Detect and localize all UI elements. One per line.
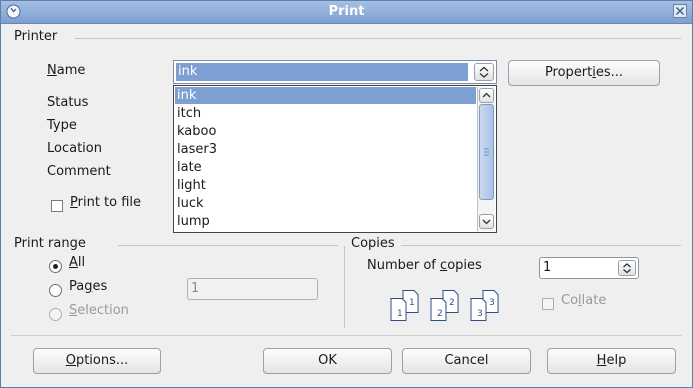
close-button[interactable] — [673, 4, 687, 18]
scroll-down-button[interactable] — [479, 214, 494, 229]
collate-checkbox[interactable] — [542, 298, 554, 310]
dropdown-option[interactable]: light — [175, 177, 476, 194]
scroll-thumb[interactable] — [479, 104, 494, 200]
dropdown-option[interactable]: lump — [175, 213, 476, 230]
pages-input[interactable]: 1 — [187, 278, 318, 300]
printer-name-combobox[interactable]: ink — [173, 60, 497, 84]
collate-label[interactable]: Collate — [561, 293, 606, 308]
dropdown-option[interactable]: itch — [175, 105, 476, 122]
window-title: Print — [328, 4, 365, 19]
print-dialog: Print Printer Name Status Type Location … — [0, 0, 693, 388]
copies-section-title: Copies — [351, 236, 395, 251]
button-row-separator — [11, 335, 682, 336]
close-icon — [676, 7, 684, 15]
grip-icon — [484, 148, 489, 156]
chevron-up-icon — [482, 92, 491, 98]
dropdown-option[interactable]: ink — [175, 87, 476, 104]
options-button[interactable]: Options... — [33, 348, 161, 374]
page-number: 3 — [489, 298, 495, 308]
printer-section-rule — [75, 38, 681, 39]
dropdown-option[interactable]: laser3 — [175, 141, 476, 158]
print-range-section-title: Print range — [14, 236, 86, 251]
printer-section-title: Printer — [14, 29, 58, 44]
pages-radio[interactable] — [49, 284, 62, 297]
page-number: 2 — [437, 309, 443, 319]
dropdown-option[interactable]: kaboo — [175, 123, 476, 140]
printer-dropdown-list[interactable]: ink itch kaboo laser3 late light luck lu… — [173, 85, 497, 233]
all-radio-label[interactable]: All — [69, 255, 85, 270]
ok-button[interactable]: OK — [263, 348, 392, 374]
number-of-copies-label: Number of copies — [367, 258, 482, 273]
type-label: Type — [47, 118, 77, 133]
all-radio[interactable] — [49, 260, 62, 273]
selection-radio-label[interactable]: Selection — [69, 303, 129, 318]
dropdown-option[interactable]: late — [175, 159, 476, 176]
collate-pages-icon: 1 1 2 2 3 3 — [390, 290, 499, 321]
combo-arrow-button[interactable] — [474, 63, 494, 81]
chevron-down-icon — [482, 219, 491, 225]
name-label-rest: ame — [56, 63, 86, 78]
updown-chevron-icon — [479, 66, 489, 78]
scroll-up-button[interactable] — [479, 88, 494, 103]
print-to-file-checkbox[interactable] — [51, 200, 63, 212]
copies-divider — [344, 246, 345, 328]
print-to-file-label[interactable]: Print to file — [70, 195, 141, 210]
copies-spinbox[interactable]: 1 — [539, 257, 639, 279]
name-label: Name — [47, 63, 86, 78]
selection-radio[interactable] — [49, 308, 62, 321]
print-range-rule — [118, 245, 338, 246]
pages-radio-label[interactable]: Pages — [69, 279, 107, 294]
dropdown-scrollbar[interactable] — [477, 87, 495, 231]
copies-value: 1 — [543, 260, 552, 275]
dropdown-option[interactable]: luck — [175, 195, 476, 212]
page-number: 1 — [397, 309, 403, 319]
updown-chevron-icon — [623, 263, 631, 274]
properties-button[interactable]: Properties... — [508, 60, 660, 86]
location-label: Location — [47, 141, 102, 156]
page-number: 1 — [409, 298, 415, 308]
printer-name-value: ink — [176, 63, 468, 81]
cancel-button[interactable]: Cancel — [402, 348, 531, 374]
title-bar[interactable]: Print — [1, 1, 692, 24]
comment-label: Comment — [47, 164, 111, 179]
copies-spin-arrows[interactable] — [618, 260, 636, 276]
page-number: 2 — [449, 298, 455, 308]
copies-rule — [401, 245, 681, 246]
page-number: 3 — [477, 309, 483, 319]
status-label: Status — [47, 95, 89, 110]
help-button[interactable]: Help — [547, 348, 676, 374]
